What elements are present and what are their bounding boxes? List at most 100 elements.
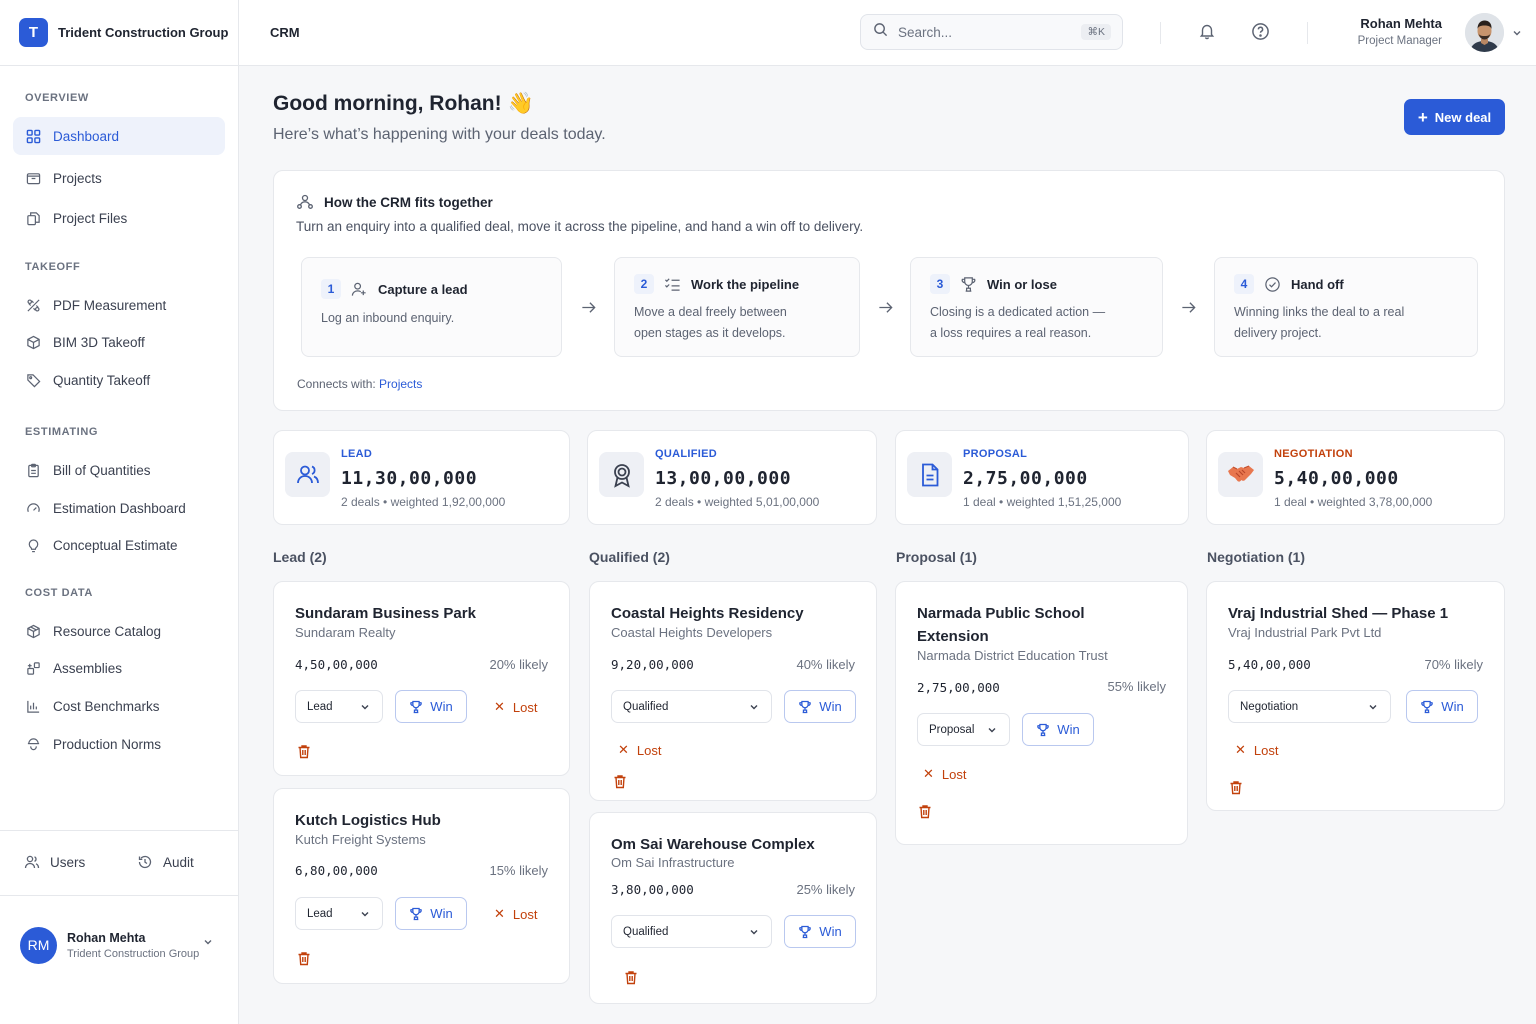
lost-button[interactable]: ✕ Lost bbox=[1235, 742, 1278, 758]
users-link[interactable]: Users bbox=[24, 854, 85, 870]
stage-select[interactable]: Lead bbox=[295, 690, 383, 723]
document-icon bbox=[907, 452, 952, 497]
sidebar-item-label: Projects bbox=[53, 170, 102, 186]
sidebar-item-estimation-dashboard[interactable]: Estimation Dashboard bbox=[13, 489, 225, 527]
deal-amount: 5,40,00,000 bbox=[1228, 657, 1311, 672]
sidebar-item-projects[interactable]: Projects bbox=[13, 159, 225, 197]
stage-select[interactable]: Negotiation bbox=[1228, 690, 1391, 723]
stage-select[interactable]: Lead bbox=[295, 897, 383, 930]
lost-button[interactable]: ✕ Lost bbox=[494, 699, 537, 715]
deal-card[interactable]: Narmada Public School Extension Narmada … bbox=[895, 581, 1188, 845]
stat-value: 11,30,00,000 bbox=[341, 468, 478, 489]
topbar-user-name: Rohan Mehta bbox=[1360, 16, 1442, 31]
stage-select[interactable]: Proposal bbox=[917, 713, 1010, 746]
trash-icon[interactable] bbox=[1229, 780, 1243, 800]
bulb-icon bbox=[25, 537, 41, 553]
deal-name: Narmada Public School Extension bbox=[917, 605, 1085, 645]
deal-card[interactable]: Vraj Industrial Shed — Phase 1 Vraj Indu… bbox=[1206, 581, 1505, 811]
deal-card[interactable]: Om Sai Warehouse Complex Om Sai Infrastr… bbox=[589, 812, 877, 1004]
section-estimating: ESTIMATING bbox=[25, 426, 99, 438]
sidebar-item-label: Conceptual Estimate bbox=[53, 537, 178, 553]
column-header-qualified: Qualified (2) bbox=[589, 549, 670, 565]
step-text: open stages as it develops. bbox=[634, 326, 786, 340]
sidebar-item-production-norms[interactable]: Production Norms bbox=[13, 725, 225, 763]
win-button[interactable]: Win bbox=[784, 690, 856, 723]
help-icon[interactable] bbox=[1251, 22, 1270, 46]
sidebar-item-quantity-takeoff[interactable]: Quantity Takeoff bbox=[13, 361, 225, 399]
trash-icon[interactable] bbox=[297, 744, 311, 764]
trash-icon[interactable] bbox=[624, 970, 638, 990]
lost-button[interactable]: ✕ Lost bbox=[494, 906, 537, 922]
deal-probability: 70% likely bbox=[1424, 657, 1483, 672]
win-button[interactable]: Win bbox=[1022, 713, 1094, 746]
stat-label: NEGOTIATION bbox=[1274, 448, 1353, 460]
deal-name: Sundaram Business Park bbox=[295, 605, 476, 622]
search-box[interactable]: ⌘K bbox=[860, 14, 1123, 50]
stat-card-qualified[interactable]: QUALIFIED 13,00,00,000 2 deals • weighte… bbox=[587, 430, 877, 525]
stat-sub: 2 deals • weighted 1,92,00,000 bbox=[341, 495, 506, 509]
step-win-or-lose: 3 Win or lose Closing is a dedicated act… bbox=[910, 257, 1163, 357]
step-title: Win or lose bbox=[987, 276, 1057, 292]
chevron-down-icon[interactable] bbox=[202, 935, 214, 953]
deal-probability: 40% likely bbox=[796, 657, 855, 672]
new-deal-button[interactable]: + New deal bbox=[1404, 99, 1505, 135]
sidebar-item-label: Estimation Dashboard bbox=[53, 500, 186, 516]
stat-card-proposal[interactable]: PROPOSAL 2,75,00,000 1 deal • weighted 1… bbox=[895, 430, 1189, 525]
trash-icon[interactable] bbox=[613, 774, 627, 794]
stat-value: 2,75,00,000 bbox=[963, 468, 1088, 489]
stat-card-negotiation[interactable]: NEGOTIATION 5,40,00,000 1 deal • weighte… bbox=[1206, 430, 1505, 525]
stage-select[interactable]: Qualified bbox=[611, 915, 772, 948]
step-title: Hand off bbox=[1291, 276, 1344, 292]
win-button[interactable]: Win bbox=[395, 897, 467, 930]
sidebar-item-bill-of-quantities[interactable]: Bill of Quantities bbox=[13, 451, 225, 489]
sidebar-item-assemblies[interactable]: Assemblies bbox=[13, 649, 225, 687]
measure-icon bbox=[25, 297, 41, 313]
step-capture-lead: 1 Capture a lead Log an inbound enquiry. bbox=[301, 257, 562, 357]
search-input[interactable] bbox=[898, 24, 1068, 40]
stat-card-lead[interactable]: LEAD 11,30,00,000 2 deals • weighted 1,9… bbox=[273, 430, 570, 525]
avatar[interactable] bbox=[1465, 13, 1504, 52]
lost-button[interactable]: ✕ Lost bbox=[618, 742, 661, 758]
sidebar-item-conceptual-estimate[interactable]: Conceptual Estimate bbox=[13, 526, 225, 564]
step-number: 3 bbox=[930, 274, 950, 294]
sidebar-item-cost-benchmarks[interactable]: Cost Benchmarks bbox=[13, 687, 225, 725]
trash-icon[interactable] bbox=[297, 951, 311, 971]
deal-card[interactable]: Sundaram Business Park Sundaram Realty 4… bbox=[273, 581, 570, 776]
deal-card[interactable]: Coastal Heights Residency Coastal Height… bbox=[589, 581, 877, 801]
deal-amount: 2,75,00,000 bbox=[917, 680, 1000, 695]
lost-button[interactable]: ✕ Lost bbox=[923, 766, 966, 782]
close-icon: ✕ bbox=[494, 699, 505, 714]
step-title: Capture a lead bbox=[378, 281, 468, 297]
chevron-down-icon[interactable] bbox=[1511, 26, 1523, 44]
user-org: Trident Construction Group bbox=[67, 947, 200, 960]
projects-link[interactable]: Projects bbox=[379, 377, 422, 391]
section-takeoff: TAKEOFF bbox=[25, 261, 81, 273]
sidebar-item-label: Project Files bbox=[53, 210, 128, 226]
stage-select[interactable]: Qualified bbox=[611, 690, 772, 723]
sidebar-item-bim-3d-takeoff[interactable]: BIM 3D Takeoff bbox=[13, 323, 225, 361]
sidebar-item-pdf-measurement[interactable]: PDF Measurement bbox=[13, 286, 225, 324]
bell-icon[interactable] bbox=[1198, 22, 1216, 45]
trophy-icon bbox=[960, 276, 977, 293]
brand[interactable]: T Trident Construction Group bbox=[0, 0, 238, 66]
section-cost-data: COST DATA bbox=[25, 587, 93, 599]
step-text: a loss requires a real reason. bbox=[930, 326, 1092, 340]
sidebar-item-dashboard[interactable]: Dashboard bbox=[13, 117, 225, 155]
win-button[interactable]: Win bbox=[784, 915, 856, 948]
trash-icon[interactable] bbox=[918, 804, 932, 824]
deal-amount: 6,80,00,000 bbox=[295, 863, 378, 878]
topbar-user[interactable]: Rohan Mehta Project Manager bbox=[1358, 16, 1442, 47]
win-button[interactable]: Win bbox=[1406, 690, 1478, 723]
deal-card[interactable]: Kutch Logistics Hub Kutch Freight System… bbox=[273, 788, 570, 984]
user-card[interactable]: RM Rohan Mehta Trident Construction Grou… bbox=[20, 925, 220, 965]
sidebar-item-resource-catalog[interactable]: Resource Catalog bbox=[13, 612, 225, 650]
grid-icon bbox=[25, 128, 41, 144]
sidebar-item-project-files[interactable]: Project Files bbox=[13, 199, 225, 237]
win-button[interactable]: Win bbox=[395, 690, 467, 723]
deal-client: Narmada District Education Trust bbox=[917, 648, 1108, 663]
step-title: Work the pipeline bbox=[691, 276, 800, 292]
deal-probability: 15% likely bbox=[489, 863, 548, 878]
user-plus-icon bbox=[351, 281, 368, 298]
audit-link[interactable]: Audit bbox=[137, 854, 194, 870]
section-overview: OVERVIEW bbox=[25, 92, 89, 104]
